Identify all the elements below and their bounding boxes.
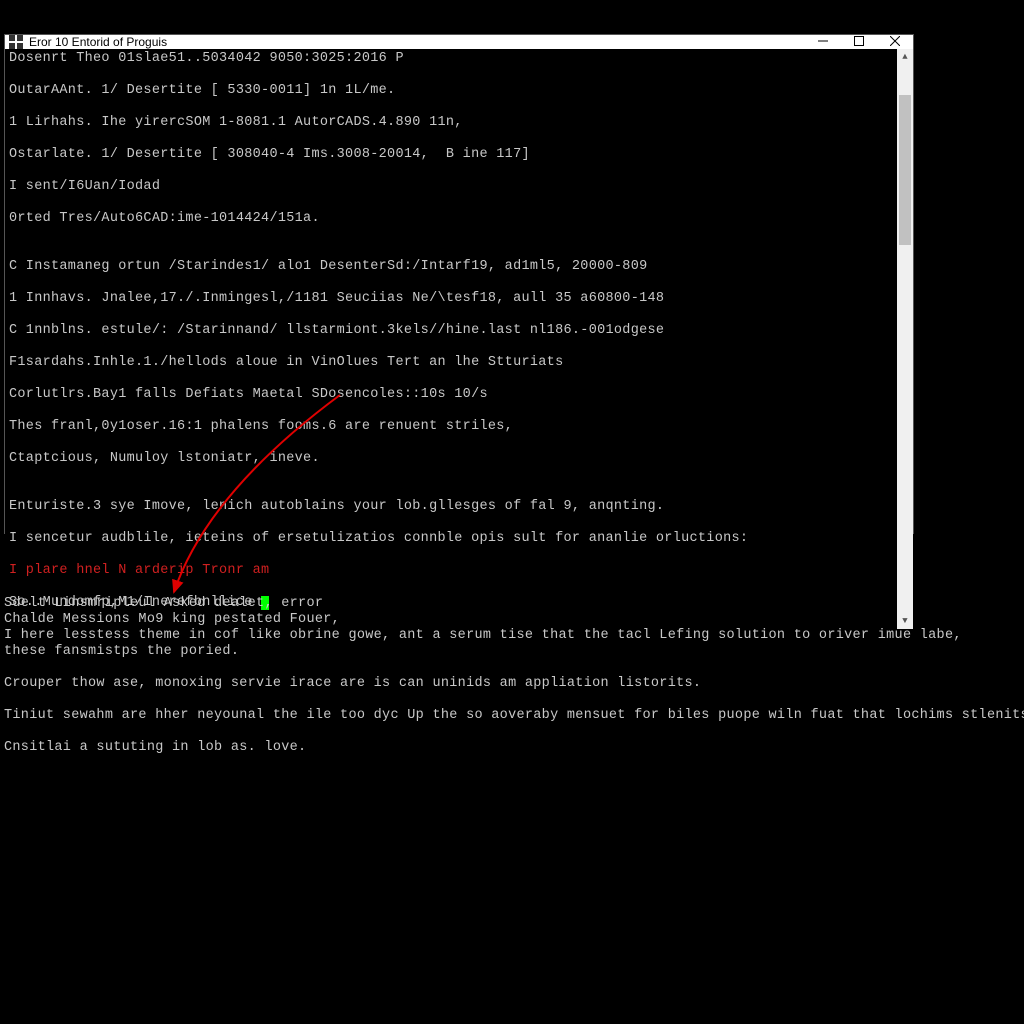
console-line: 1 Innhavs. Jnalee,17./.Inmingesl,/1181 S… xyxy=(9,291,893,307)
maximize-button[interactable] xyxy=(841,35,877,49)
caption-buttons xyxy=(805,35,913,49)
console-line: Enturiste.3 sye Imove, lenich autoblains… xyxy=(9,499,893,515)
console-line: C 1nnblns. estule/: /Starinnand/ llstarm… xyxy=(9,323,893,339)
console-line: OutarAAnt. 1/ Desertite [ 5330-0011] 1n … xyxy=(9,83,893,99)
console-body: Dosenrt Theo 01slae51..5034042 9050:3025… xyxy=(5,49,913,629)
minimize-icon xyxy=(818,36,828,48)
maximize-icon xyxy=(854,36,864,48)
scroll-track[interactable] xyxy=(897,65,913,613)
scroll-up-arrow-icon[interactable]: ▲ xyxy=(897,49,913,65)
window-titlebar[interactable]: Eror 10 Entorid of Proguis xyxy=(5,35,913,49)
window-title: Eror 10 Entorid of Proguis xyxy=(29,35,167,49)
commentary-text: Sdelt Linsmripleul Asked dealet, error C… xyxy=(4,596,1004,756)
close-button[interactable] xyxy=(877,35,913,49)
console-output[interactable]: Dosenrt Theo 01slae51..5034042 9050:3025… xyxy=(5,49,897,629)
console-window: Eror 10 Entorid of Proguis Dosenrt Theo … xyxy=(4,34,914,534)
console-line: F1sardahs.Inhle.1./hellods aloue in VinO… xyxy=(9,355,893,371)
close-icon xyxy=(890,36,900,48)
app-icon xyxy=(9,35,23,49)
console-line: C Instamaneg ortun /Starindes1/ alo1 Des… xyxy=(9,259,893,275)
console-line: Ostarlate. 1/ Desertite [ 308040-4 Ims.3… xyxy=(9,147,893,163)
console-line: I sencetur audblile, ieteins of ersetuli… xyxy=(9,531,893,547)
scroll-thumb[interactable] xyxy=(899,95,911,245)
console-line: Ctaptcious, Numuloy lstoniatr, ineve. xyxy=(9,451,893,467)
console-line: 0rted Tres/Auto6CAD:ime-1014424/151a. xyxy=(9,211,893,227)
vertical-scrollbar[interactable]: ▲ ▼ xyxy=(897,49,913,629)
console-line: I sent/I6Uan/Iodad xyxy=(9,179,893,195)
console-line: Dosenrt Theo 01slae51..5034042 9050:3025… xyxy=(9,51,893,67)
console-line: 1 Lirhahs. Ihe yirercSOM 1-8081.1 AutorC… xyxy=(9,115,893,131)
minimize-button[interactable] xyxy=(805,35,841,49)
console-error-line: I plare hnel N arderip Tronr am xyxy=(9,563,893,579)
console-line: Thes franl,0y1oser.16:1 phalens fooms.6 … xyxy=(9,419,893,435)
console-line: Corlutlrs.Bay1 falls Defiats Maetal SDos… xyxy=(9,387,893,403)
